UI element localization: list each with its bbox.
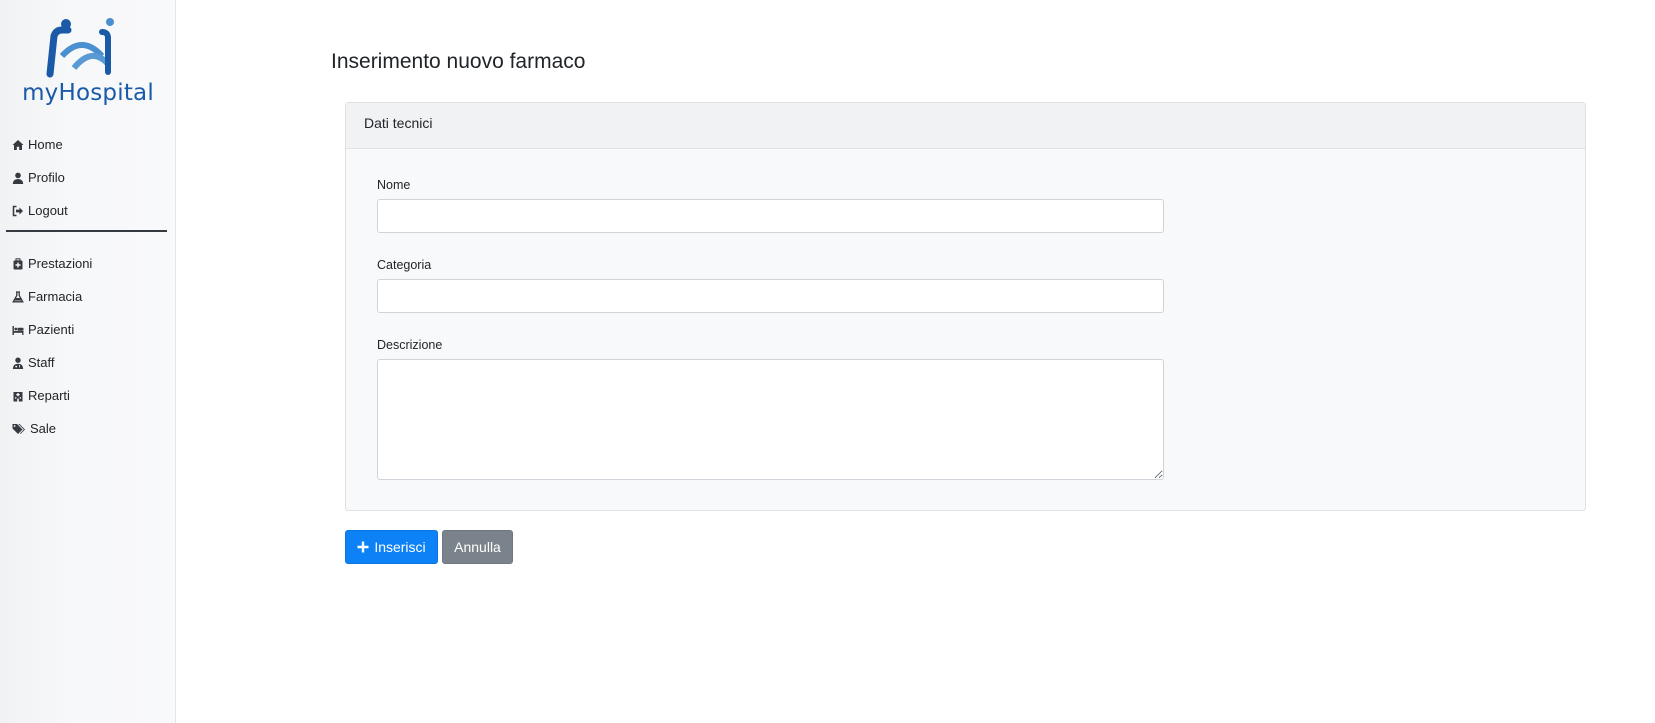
- tags-icon: [11, 422, 26, 435]
- technical-data-card: Dati tecnici Nome Categoria Descrizione: [345, 102, 1586, 511]
- sidebar-item-home[interactable]: Home: [0, 128, 176, 161]
- flask-icon: [11, 290, 24, 303]
- sidebar-item-label: Prestazioni: [28, 256, 93, 271]
- sidebar-item-label: Profilo: [28, 170, 65, 185]
- insert-button-label: Inserisci: [374, 539, 426, 555]
- nome-input[interactable]: [377, 199, 1164, 233]
- descrizione-label: Descrizione: [377, 338, 443, 352]
- bed-icon: [11, 323, 24, 336]
- sidebar-item-label: Home: [28, 137, 63, 152]
- sidebar-item-label: Pazienti: [28, 322, 75, 337]
- hospital-icon: [11, 389, 24, 402]
- descrizione-textarea[interactable]: [377, 359, 1164, 480]
- card-header: Dati tecnici: [346, 103, 1585, 149]
- categoria-label: Categoria: [377, 258, 432, 272]
- cancel-button[interactable]: Annulla: [442, 530, 513, 564]
- cancel-button-label: Annulla: [454, 539, 501, 555]
- sidebar-item-profilo[interactable]: Profilo: [0, 161, 176, 194]
- user-icon: [11, 171, 24, 184]
- home-icon: [11, 138, 24, 151]
- sidebar-item-reparti[interactable]: Reparti: [0, 379, 176, 412]
- sidebar-divider: [6, 230, 167, 232]
- plus-icon: [357, 541, 369, 553]
- user-md-icon: [11, 356, 24, 369]
- insert-button[interactable]: Inserisci: [345, 530, 438, 564]
- categoria-input[interactable]: [377, 279, 1164, 313]
- logo[interactable]: myHospital: [18, 16, 154, 110]
- sidebar-item-prestazioni[interactable]: Prestazioni: [0, 247, 176, 280]
- sidebar-item-label: Sale: [30, 421, 57, 436]
- sidebar-item-label: Reparti: [28, 388, 70, 403]
- sidebar-item-farmacia[interactable]: Farmacia: [0, 280, 176, 313]
- sidebar-item-logout[interactable]: Logout: [0, 194, 176, 227]
- sidebar-nav-sections: Prestazioni Farmacia Pazienti Staff Repa…: [0, 247, 176, 445]
- hospital-logo-icon: [46, 18, 114, 78]
- sign-out-icon: [11, 204, 24, 217]
- sidebar-item-label: Farmacia: [28, 289, 83, 304]
- sidebar-item-label: Staff: [28, 355, 55, 370]
- sidebar: myHospital Home Profilo Logout Prestazio…: [0, 0, 176, 723]
- sidebar-item-label: Logout: [28, 203, 68, 218]
- page-title: Inserimento nuovo farmaco: [331, 50, 586, 73]
- sidebar-item-sale[interactable]: Sale: [0, 412, 176, 445]
- sidebar-item-pazienti[interactable]: Pazienti: [0, 313, 176, 346]
- logo-text: myHospital: [22, 80, 154, 106]
- sidebar-nav-main: Home Profilo Logout: [0, 128, 176, 227]
- medkit-icon: [11, 257, 24, 270]
- nome-label: Nome: [377, 178, 411, 192]
- sidebar-item-staff[interactable]: Staff: [0, 346, 176, 379]
